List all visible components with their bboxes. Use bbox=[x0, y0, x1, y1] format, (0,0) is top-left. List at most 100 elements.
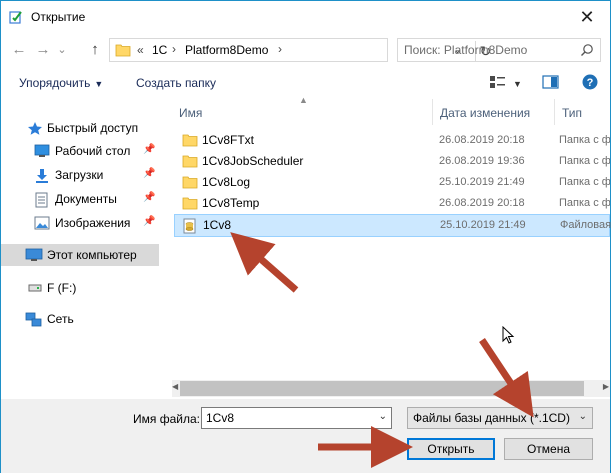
file-row-1cv8jobscheduler[interactable]: 1Cv8JobScheduler 26.08.2019 19:36 Папка … bbox=[174, 151, 610, 172]
file-type: Папка с файлами bbox=[559, 176, 610, 188]
file-row-1cv8log[interactable]: 1Cv8Log 25.10.2019 21:49 Папка с файлами bbox=[174, 172, 610, 193]
file-row-1cv8temp[interactable]: 1Cv8Temp 26.08.2019 20:18 Папка с файлам… bbox=[174, 193, 610, 214]
file-date: 25.10.2019 21:49 bbox=[440, 219, 526, 231]
open-button[interactable]: Открыть bbox=[407, 438, 495, 460]
download-icon bbox=[36, 169, 48, 183]
organize-label: Упорядочить bbox=[19, 76, 91, 90]
view-options-button[interactable] bbox=[489, 74, 507, 93]
preview-pane-icon bbox=[542, 75, 559, 89]
sidebar-item-quick-access[interactable]: Быстрый доступ bbox=[1, 117, 159, 139]
sidebar-item-desktop[interactable]: Рабочий стол 📌 bbox=[1, 140, 159, 162]
file-name: 1Cv8Temp bbox=[202, 196, 260, 210]
sidebar-item-network[interactable]: Сеть bbox=[1, 308, 159, 330]
documents-icon bbox=[35, 192, 48, 208]
file-name: 1Cv8JobScheduler bbox=[202, 154, 304, 168]
breadcrumb-separator[interactable]: › bbox=[278, 42, 282, 56]
sidebar-item-pictures[interactable]: Изображения 📌 bbox=[1, 212, 159, 234]
desktop-icon bbox=[34, 144, 50, 157]
scrollbar-thumb[interactable] bbox=[180, 381, 584, 396]
folder-icon bbox=[115, 44, 131, 57]
chevron-down-icon: ⌄ bbox=[57, 43, 67, 56]
sidebar-item-label: Быстрый доступ bbox=[47, 121, 139, 135]
pin-icon: 📌 bbox=[143, 168, 156, 179]
close-icon: ✕ bbox=[579, 6, 595, 27]
search-box[interactable] bbox=[397, 38, 601, 62]
view-dropdown-button[interactable]: ▼ bbox=[513, 79, 522, 89]
search-input[interactable] bbox=[404, 43, 574, 57]
dialog-footer: Имя файла: 1Cv8 ⌄ Файлы базы данных (*.1… bbox=[1, 399, 610, 473]
window-title: Открытие bbox=[31, 10, 86, 24]
recent-locations-button[interactable]: ⌄ bbox=[55, 39, 69, 59]
sidebar-item-downloads[interactable]: Загрузки 📌 bbox=[1, 164, 159, 186]
sidebar-item-label: F (F:) bbox=[47, 281, 77, 295]
file-date: 25.10.2019 21:49 bbox=[439, 176, 525, 188]
sidebar-item-this-pc[interactable]: Этот компьютер bbox=[1, 244, 159, 266]
file-list: ▲ Имя Дата изменения Тип 1Cv8FTxt 26.08.… bbox=[172, 95, 611, 379]
file-type: Папка с файлами bbox=[559, 134, 610, 146]
forward-button[interactable]: → bbox=[33, 39, 53, 59]
up-button[interactable]: ↑ bbox=[85, 39, 105, 59]
breadcrumb-platform8demo[interactable]: Platform8Demo bbox=[185, 43, 268, 57]
view-list-icon bbox=[490, 76, 505, 88]
filename-value: 1Cv8 bbox=[206, 411, 235, 425]
sidebar-item-documents[interactable]: Документы 📌 bbox=[1, 188, 159, 210]
help-button[interactable]: ? bbox=[581, 73, 599, 94]
sidebar-item-label: Загрузки bbox=[55, 168, 104, 182]
breadcrumb-overflow[interactable]: « bbox=[137, 43, 144, 57]
folder-icon bbox=[182, 197, 198, 210]
file-type: Папка с файлами bbox=[559, 197, 610, 209]
cancel-button[interactable]: Отмена bbox=[504, 438, 593, 460]
sidebar-item-label: Сеть bbox=[47, 312, 74, 326]
drive-icon bbox=[28, 284, 42, 292]
forward-arrow-icon: → bbox=[35, 40, 51, 58]
search-icon bbox=[581, 44, 593, 56]
filename-field[interactable]: 1Cv8 ⌄ bbox=[201, 407, 392, 429]
file-date: 26.08.2019 20:18 bbox=[439, 197, 525, 209]
file-name: 1Cv8FTxt bbox=[202, 133, 255, 147]
sidebar-item-label: Рабочий стол bbox=[55, 144, 131, 158]
up-arrow-icon: ↑ bbox=[91, 40, 99, 58]
database-file-icon bbox=[183, 218, 196, 234]
scroll-left-icon[interactable]: ◀ bbox=[172, 382, 178, 391]
breadcrumb-separator[interactable]: › bbox=[172, 42, 176, 56]
address-bar[interactable]: « 1C › Platform8Demo › ⌄ ↻ bbox=[109, 38, 491, 62]
caret-down-icon: ▼ bbox=[513, 79, 522, 89]
column-header-type[interactable]: Тип bbox=[555, 99, 610, 125]
column-header-date[interactable]: Дата изменения bbox=[433, 99, 555, 125]
scroll-right-icon[interactable]: ▶ bbox=[603, 382, 609, 391]
star-icon bbox=[28, 122, 42, 135]
column-header-name[interactable]: Имя bbox=[172, 99, 433, 125]
sidebar-item-label: Этот компьютер bbox=[47, 248, 137, 262]
organize-button[interactable]: Упорядочить ▼ bbox=[19, 76, 103, 90]
file-type: Файловая база bbox=[560, 219, 611, 231]
file-name: 1Cv8 bbox=[203, 218, 232, 232]
sidebar-item-label: Изображения bbox=[55, 216, 131, 230]
help-icon: ? bbox=[582, 74, 598, 90]
pictures-icon bbox=[34, 216, 50, 230]
app-logo-icon bbox=[9, 11, 22, 24]
mouse-cursor-icon bbox=[502, 326, 515, 344]
back-button[interactable]: ← bbox=[9, 39, 29, 59]
file-date: 26.08.2019 20:18 bbox=[439, 134, 525, 146]
close-button[interactable]: ✕ bbox=[564, 1, 610, 33]
chevron-down-icon: ⌄ bbox=[578, 411, 587, 422]
caret-down-icon: ▼ bbox=[94, 79, 104, 89]
file-row-1cv8-database[interactable]: 1Cv8 25.10.2019 21:49 Файловая база bbox=[174, 214, 611, 237]
preview-pane-button[interactable] bbox=[542, 74, 560, 93]
filename-label: Имя файла: bbox=[133, 412, 200, 426]
svg-text:?: ? bbox=[587, 77, 594, 89]
breadcrumb-1c[interactable]: 1C bbox=[152, 43, 167, 57]
chevron-down-icon[interactable]: ⌄ bbox=[379, 411, 387, 422]
pin-icon: 📌 bbox=[143, 216, 156, 227]
file-name: 1Cv8Log bbox=[202, 175, 251, 189]
filter-value: Файлы базы данных (*.1CD) bbox=[413, 411, 570, 425]
folder-icon bbox=[182, 176, 198, 189]
navigation-pane: Быстрый доступ Рабочий стол 📌 Загрузки 📌 bbox=[1, 99, 164, 379]
sidebar-item-drive-f[interactable]: F (F:) bbox=[1, 277, 159, 299]
new-folder-button[interactable]: Создать папку bbox=[136, 76, 216, 90]
file-type: Папка с файлами bbox=[559, 155, 610, 167]
file-row-1cv8ftxt[interactable]: 1Cv8FTxt 26.08.2019 20:18 Папка с файлам… bbox=[174, 130, 610, 151]
pin-icon: 📌 bbox=[143, 144, 156, 155]
horizontal-scrollbar[interactable]: ◀ ▶ bbox=[172, 380, 610, 397]
file-type-filter[interactable]: Файлы базы данных (*.1CD) ⌄ bbox=[407, 407, 593, 429]
